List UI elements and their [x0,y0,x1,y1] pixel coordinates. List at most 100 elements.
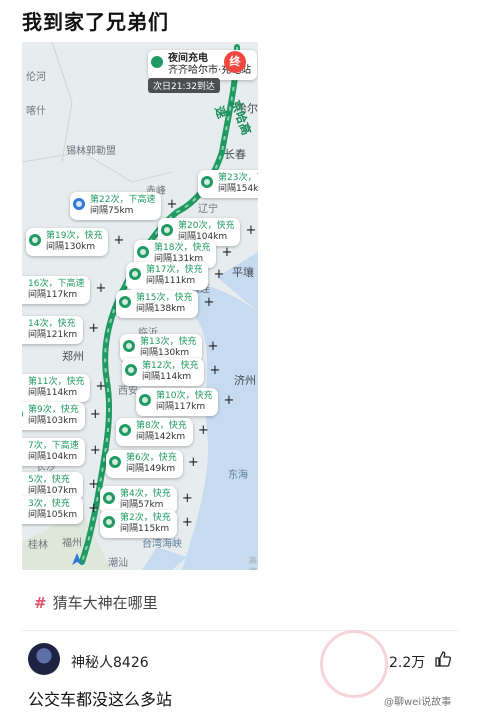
plus-icon[interactable]: + [208,340,219,353]
plus-icon[interactable]: + [198,424,209,437]
stop-label: 第18次，快充 [154,243,211,253]
stop-card[interactable]: 第2次，快充 间隔115km + [100,510,193,538]
plus-icon[interactable]: + [90,408,101,421]
plus-icon[interactable]: + [90,444,101,457]
stop-card[interactable]: 16次，下高速 间隔117km + [22,276,106,304]
divider [22,630,458,631]
stop-gap: 间隔105km [28,510,78,520]
route-map[interactable]: 伦河 喀什 锡林郭勒盟 赤峰 辽宁 长春 哈尔滨 平壤 大连 济州 郑州 西安 … [22,42,258,570]
charging-station-icon [103,492,115,504]
stop-label: 第22次，下高速 [90,195,156,205]
charging-station-icon [22,408,23,420]
stop-card[interactable]: 第17次，快充 间隔111km + [126,262,224,290]
stop-label: 第9次，快充 [28,405,79,415]
stop-card[interactable]: 3次，快充 间隔105km + [22,496,99,524]
stop-label: 第23次，下高速 [218,173,258,183]
topic-tag[interactable]: # 猜车大神在哪里 [34,592,158,613]
stop-label: 5次，快充 [28,475,70,485]
charging-station-icon [123,340,135,352]
plus-icon[interactable]: + [210,364,221,377]
plus-icon[interactable]: + [96,282,107,295]
stop-label: 第13次，快充 [140,337,197,347]
stop-label: 第4次，快充 [120,489,171,499]
plus-icon[interactable]: + [96,380,107,393]
end-marker[interactable]: 终 [224,51,246,73]
stop-card[interactable]: 第6次，快充 间隔149km + [106,450,199,478]
charging-station-icon [137,246,149,258]
charging-station-icon [29,234,41,246]
city-label: 桂林 [28,540,48,551]
stop-gap: 间隔142km [136,432,186,442]
stop-label: 第15次，快充 [136,293,193,303]
stop-gap: 间隔149km [126,464,176,474]
city-label: 平壤 [232,266,254,279]
stop-label: 第8次，快充 [136,421,187,431]
charging-station-icon [103,516,115,528]
city-label: 郑州 [62,350,84,363]
stop-gap: 间隔114km [28,388,78,398]
city-label: 喀什 [26,106,46,117]
stop-card[interactable]: 7次，下高速 间隔104km + [22,438,101,466]
stop-label: 第10次，快充 [156,391,213,401]
plus-icon[interactable]: + [88,502,99,515]
plus-icon[interactable]: + [222,246,233,259]
plus-icon[interactable]: + [114,234,125,247]
hash-icon: # [34,594,47,612]
charging-station-icon [125,364,137,376]
plus-icon[interactable]: + [246,224,257,237]
stop-label: 第17次，快充 [146,265,203,275]
stop-label: 第2次，快充 [120,513,171,523]
exit-icon [73,198,85,210]
stop-card[interactable]: 第15次，快充 间隔138km + [116,290,214,318]
arrival-time: 次日21:32到达 [148,78,220,93]
city-label: 济州 [234,374,256,387]
like-count: 2.2万 [389,655,426,671]
thumbs-up-icon[interactable] [434,650,452,668]
stop-gap: 间隔138km [136,304,186,314]
comment-text: 公交车都没这么多站 [28,690,173,709]
charging-station-icon [139,394,151,406]
plus-icon[interactable]: + [182,516,193,529]
plus-icon[interactable]: + [182,492,193,505]
stop-card[interactable]: 14次，快充 间隔121km + [22,316,99,344]
plus-icon[interactable]: + [214,268,225,281]
stop-label: 14次，快充 [28,319,76,329]
city-label: 辽宁 [198,204,218,215]
plus-icon[interactable]: + [88,322,99,335]
stop-label: 第11次，快充 [28,377,85,387]
stop-label: 第12次，快充 [142,361,199,371]
stop-card[interactable]: 第12次，快充 间隔114km + [122,358,220,386]
plus-icon[interactable]: + [224,394,235,407]
sea-label: 东海 [228,470,248,481]
stop-label: 7次，下高速 [28,441,79,451]
stamp-watermark [320,630,388,698]
stop-label: 3次，快充 [28,499,70,509]
charging-station-icon [129,268,141,280]
plus-icon[interactable]: + [204,296,215,309]
post-title: 我到家了兄弟们 [22,10,169,34]
plus-icon[interactable]: + [88,478,99,491]
stop-label: 第6次，快充 [126,453,177,463]
avatar[interactable] [28,643,60,675]
stop-gap: 间隔75km [90,206,134,216]
stop-gap: 间隔117km [156,402,206,412]
plus-icon[interactable]: + [188,456,199,469]
city-label: 福州 [62,538,82,549]
plus-icon[interactable]: + [167,198,178,211]
stop-card[interactable]: 第8次，快充 间隔142km + [116,418,209,446]
stop-gap: 间隔103km [28,416,78,426]
city-label: 潮汕 [108,558,128,569]
stop-card[interactable]: 第11次，快充 间隔114km + [22,374,106,402]
stop-card[interactable]: 第10次，快充 间隔117km + [136,388,234,416]
charging-station-icon [201,176,213,188]
stop-card[interactable]: 第22次，下高速 间隔75km + [70,192,177,220]
stop-card[interactable]: 第23次，下高速间隔154km [198,170,258,198]
charging-station-icon [109,456,121,468]
stop-gap: 间隔154km [218,184,258,194]
navigation-arrow-icon [72,553,82,565]
comment-username[interactable]: 神秘人8426 [71,652,149,672]
stop-label: 第19次，快充 [46,231,103,241]
stop-card[interactable]: 第9次，快充 间隔103km + [22,402,101,430]
stop-card[interactable]: 第19次，快充 间隔130km + [26,228,124,256]
stop-label: 第20次，快充 [178,221,235,231]
